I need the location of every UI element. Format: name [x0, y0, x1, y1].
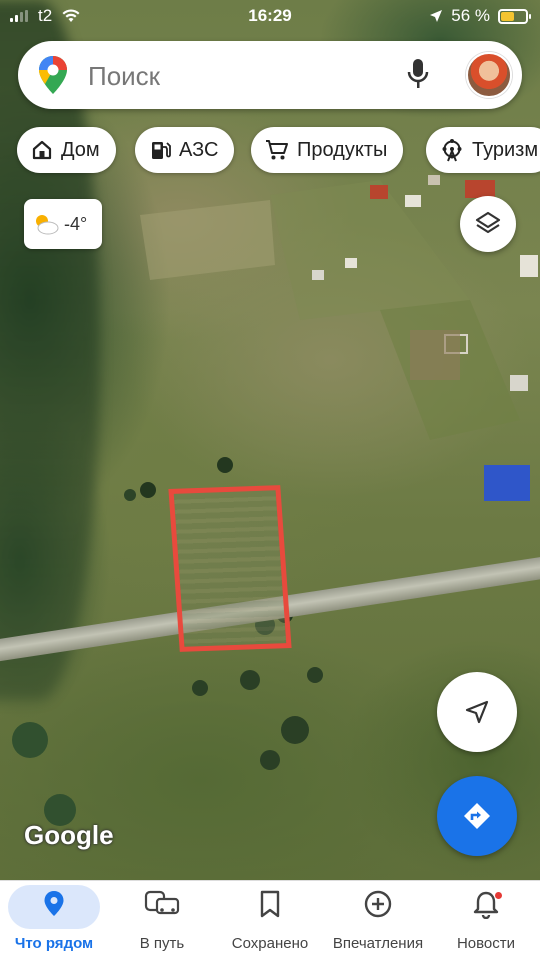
- house: [312, 270, 324, 280]
- location-pin-icon: [44, 891, 64, 916]
- chip-home[interactable]: Дом: [17, 127, 116, 173]
- partly-cloudy-icon: [36, 215, 59, 235]
- nav-commute[interactable]: В путь: [108, 881, 216, 960]
- layers-icon: [475, 211, 501, 234]
- nav-label: Новости: [456, 935, 516, 952]
- search-bar[interactable]: Поиск: [18, 41, 522, 109]
- navigation-arrow-icon: [465, 700, 489, 724]
- temperature: -4°: [64, 213, 88, 234]
- nav-contribute[interactable]: Впечатления: [324, 881, 432, 960]
- house: [428, 175, 440, 185]
- house: [520, 255, 538, 277]
- chip-label: Продукты: [297, 138, 388, 161]
- bookmark-icon: [260, 890, 280, 918]
- notification-badge: [494, 891, 503, 900]
- chip-label: АЗС: [179, 138, 219, 161]
- avatar[interactable]: [466, 52, 512, 98]
- land-parcel-outline: [168, 485, 292, 652]
- chip-label: Туризм: [472, 138, 539, 161]
- house: [510, 375, 528, 391]
- house: [370, 185, 388, 199]
- gas-station-icon: [152, 142, 171, 159]
- nav-label: Впечатления: [332, 935, 424, 952]
- status-bar: t2 16:29 56 %: [0, 0, 540, 32]
- chip-gas-station[interactable]: АЗС: [135, 127, 235, 173]
- battery-percent: 56 %: [451, 6, 490, 25]
- location-arrow-icon: [430, 10, 443, 22]
- home-icon: [32, 140, 52, 160]
- nav-label: В путь: [139, 935, 185, 952]
- layers-button[interactable]: [460, 196, 516, 252]
- ferris-wheel-icon: [442, 139, 462, 162]
- bottom-navigation: Что рядом В путь Сохранено Впечатления Н…: [0, 880, 540, 960]
- chip-tourism[interactable]: Туризм: [426, 127, 540, 173]
- house: [484, 465, 530, 501]
- microphone-icon[interactable]: [406, 57, 430, 93]
- my-location-button[interactable]: [437, 672, 517, 752]
- nav-label: Что рядом: [14, 935, 94, 952]
- nav-label: Сохранено: [231, 935, 309, 952]
- shopping-cart-icon: [266, 140, 288, 160]
- chip-label: Дом: [61, 138, 100, 161]
- directions-icon: [464, 803, 490, 829]
- chip-groceries[interactable]: Продукты: [251, 127, 404, 173]
- google-maps-logo-icon: [39, 56, 67, 94]
- house: [405, 195, 421, 207]
- directions-button[interactable]: [437, 776, 517, 856]
- weather-widget[interactable]: -4°: [24, 199, 102, 249]
- google-attribution: Google: [24, 820, 114, 850]
- nav-updates[interactable]: Новости: [432, 881, 540, 960]
- add-circle-icon: [364, 890, 392, 918]
- search-input[interactable]: Поиск: [88, 61, 160, 92]
- battery-icon: [498, 8, 531, 24]
- nav-saved[interactable]: Сохранено: [216, 881, 324, 960]
- house: [345, 258, 357, 268]
- nav-explore[interactable]: Что рядом: [0, 881, 108, 960]
- commute-icon: [144, 890, 180, 915]
